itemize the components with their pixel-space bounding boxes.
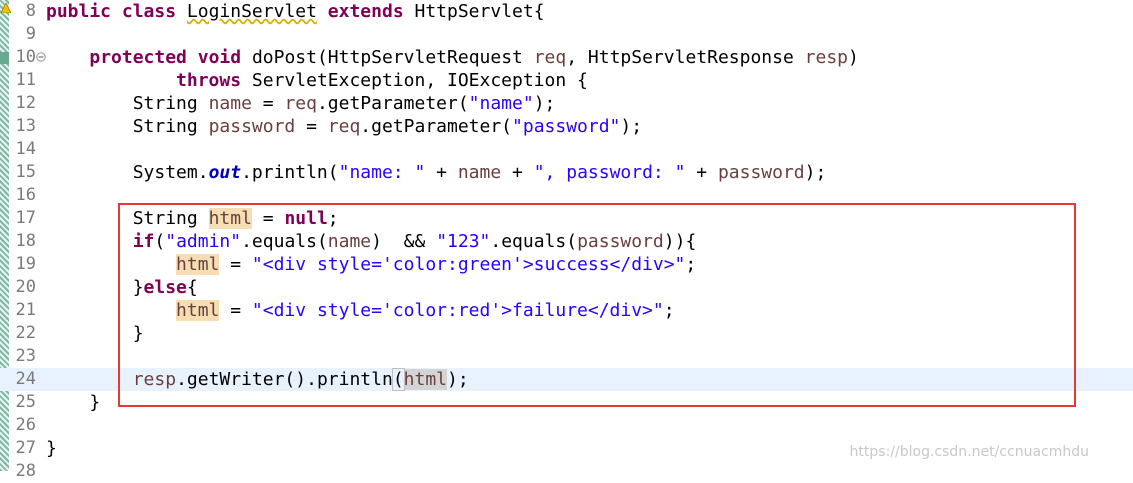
highlight-annotation-box <box>118 203 1076 407</box>
keyword: class <box>121 1 177 22</box>
line-number: 14 <box>15 139 36 159</box>
code-token: HttpServlet{ <box>414 1 545 22</box>
code-text[interactable]: } <box>46 437 57 460</box>
keyword: throws <box>176 70 242 91</box>
code-token: + <box>425 162 458 183</box>
code-line: 28 <box>0 460 1133 483</box>
line-number: 11 <box>15 70 36 90</box>
code-line: 26 <box>0 414 1133 437</box>
code-token: + <box>501 162 534 183</box>
line-number: 24 <box>15 369 36 389</box>
line-number: 25 <box>15 392 36 412</box>
code-text[interactable]: System.out.println("name: " + name + ", … <box>46 161 827 184</box>
code-token: = <box>295 116 328 137</box>
string-literal: "name" <box>468 93 534 114</box>
line-number: 18 <box>15 231 36 251</box>
code-token: .getParameter( <box>360 116 513 137</box>
keyword: extends <box>327 1 404 22</box>
code-line: 11 throws ServletException, IOException … <box>0 69 1133 92</box>
code-token: doPost(HttpServletRequest <box>251 47 534 68</box>
code-line: 9 <box>0 23 1133 46</box>
code-token: , HttpServletResponse <box>566 47 805 68</box>
variable: name <box>457 162 502 183</box>
code-token: System. <box>132 162 209 183</box>
code-text[interactable]: protected void doPost(HttpServletRequest… <box>46 46 859 69</box>
variable: req <box>533 47 567 68</box>
code-token: .getParameter( <box>316 93 469 114</box>
line-number: 22 <box>15 323 36 343</box>
code-token: = <box>251 93 285 114</box>
static-field: out <box>208 162 242 183</box>
code-text[interactable]: String name = req.getParameter("name"); <box>46 92 556 115</box>
keyword: void <box>197 47 242 68</box>
variable: name <box>208 93 252 114</box>
code-text[interactable]: throws ServletException, IOException { <box>46 69 588 92</box>
code-line: 12 String name = req.getParameter("name"… <box>0 92 1133 115</box>
line-number: 16 <box>15 185 36 205</box>
code-token: .println( <box>241 162 339 183</box>
string-literal: ", password: " <box>533 162 686 183</box>
line-number: 23 <box>15 346 36 366</box>
variable: req <box>284 93 317 114</box>
line-number: 9 <box>25 24 36 44</box>
line-number: 28 <box>15 461 36 481</box>
class-name: LoginServlet <box>186 1 317 22</box>
line-number: 13 <box>15 116 36 136</box>
line-number: 15 <box>15 162 36 182</box>
variable: resp <box>804 47 849 68</box>
variable: password <box>717 162 805 183</box>
line-number: 26 <box>15 415 36 435</box>
keyword: public <box>46 1 112 22</box>
code-line: 14 <box>0 138 1133 161</box>
code-token: ServletException, IOException { <box>251 70 588 91</box>
code-editor[interactable]: 8 public class LoginServlet extends Http… <box>0 0 1133 481</box>
string-literal: "password" <box>512 116 621 137</box>
code-text[interactable]: public class LoginServlet extends HttpSe… <box>46 0 545 23</box>
code-token: String <box>132 93 209 114</box>
code-text[interactable]: } <box>46 391 100 414</box>
line-number: 8 <box>25 1 36 21</box>
line-number: 20 <box>15 277 36 297</box>
code-token: } <box>89 392 101 413</box>
line-number: 17 <box>15 208 36 228</box>
line-number: 10 <box>15 47 36 67</box>
code-line: 15 System.out.println("name: " + name + … <box>0 161 1133 184</box>
variable: req <box>327 116 361 137</box>
code-token: + <box>685 162 718 183</box>
string-literal: "name: " <box>338 162 426 183</box>
variable: password <box>208 116 296 137</box>
line-number: 12 <box>15 93 36 113</box>
minus-circle-icon[interactable] <box>36 52 46 62</box>
code-line: 8 public class LoginServlet extends Http… <box>0 0 1133 23</box>
code-line: 13 String password = req.getParameter("p… <box>0 115 1133 138</box>
code-token: ); <box>533 93 556 114</box>
line-number: 27 <box>15 438 36 458</box>
line-number: 19 <box>15 254 36 274</box>
line-number: 21 <box>15 300 36 320</box>
code-token: } <box>46 438 57 459</box>
code-token: ) <box>848 47 859 68</box>
code-text[interactable]: String password = req.getParameter("pass… <box>46 115 642 138</box>
watermark: https://blog.csdn.net/ccnuacmhdu <box>849 444 1089 460</box>
code-token: String <box>132 116 209 137</box>
code-line: 10 protected void doPost(HttpServletRequ… <box>0 46 1133 69</box>
keyword: protected <box>89 47 187 68</box>
code-token: ); <box>804 162 827 183</box>
code-token: ); <box>620 116 643 137</box>
